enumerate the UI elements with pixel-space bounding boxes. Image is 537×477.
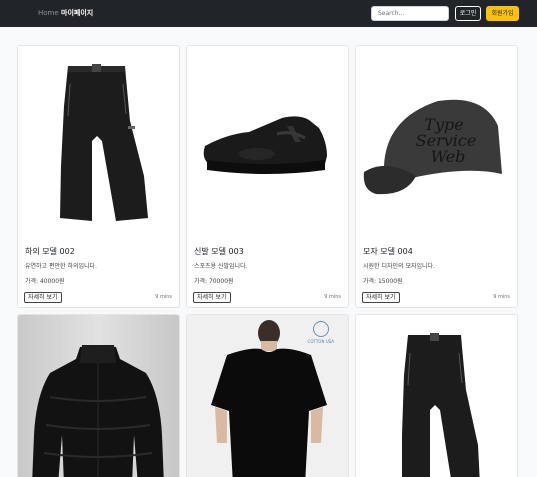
- pants-icon: [402, 333, 480, 477]
- login-button[interactable]: 로그인: [455, 6, 481, 21]
- product-card: 신발 모델 003 스포츠용 신발입니다. 가격: 70000원 자세히 보기 …: [186, 45, 349, 308]
- svg-text:Web: Web: [431, 147, 466, 166]
- product-price: 가격: 70000원: [194, 278, 234, 285]
- detail-button[interactable]: 자세히 보기: [24, 292, 62, 303]
- puffer-jacket-icon: [32, 345, 164, 477]
- product-card: COTTON USA: [186, 314, 349, 477]
- product-card: Type Service Web 모자 모델 004 시원한 디자인의 모자입니…: [355, 45, 518, 308]
- product-description: 유연하고 편안한 하의입니다.: [25, 263, 97, 270]
- product-description: 시원한 디자인의 모자입니다.: [363, 263, 435, 270]
- nav-mypage-link[interactable]: 마이페이지: [61, 9, 93, 18]
- product-image[interactable]: [18, 315, 179, 477]
- badge-label: COTTON USA: [307, 339, 334, 344]
- detail-button[interactable]: 자세히 보기: [362, 292, 400, 303]
- product-image[interactable]: [356, 315, 517, 477]
- posted-time: 9 mins: [324, 294, 341, 300]
- product-card: [17, 314, 180, 477]
- product-card: 하의 모델 002 유연하고 편안한 하의입니다. 가격: 40000원 자세히…: [17, 45, 180, 308]
- pants-icon: [60, 64, 148, 221]
- cap-icon: Type Service Web: [363, 99, 502, 195]
- signup-button[interactable]: 회원가입: [486, 6, 519, 21]
- posted-time: 9 mins: [155, 294, 172, 300]
- top-navbar: Home 마이페이지 Search... 로그인 회원가입: [0, 0, 537, 27]
- product-image[interactable]: Type Service Web: [356, 46, 517, 232]
- product-title: 하의 모델 002: [25, 247, 75, 256]
- cotton-usa-badge: COTTON USA: [308, 321, 334, 344]
- product-price: 가격: 40000원: [25, 278, 65, 285]
- product-image[interactable]: COTTON USA: [187, 315, 348, 477]
- sneaker-icon: [203, 116, 327, 174]
- product-card: [355, 314, 518, 477]
- product-title: 신발 모델 003: [194, 247, 244, 256]
- product-description: 스포츠용 신발입니다.: [194, 263, 248, 270]
- search-input[interactable]: Search...: [371, 6, 449, 21]
- detail-button[interactable]: 자세히 보기: [193, 292, 231, 303]
- product-price: 가격: 15000원: [363, 278, 403, 285]
- product-image[interactable]: [187, 46, 348, 232]
- product-title: 모자 모델 004: [363, 247, 413, 256]
- product-image[interactable]: [18, 46, 179, 232]
- nav-home-link[interactable]: Home: [38, 9, 59, 18]
- posted-time: 9 mins: [493, 294, 510, 300]
